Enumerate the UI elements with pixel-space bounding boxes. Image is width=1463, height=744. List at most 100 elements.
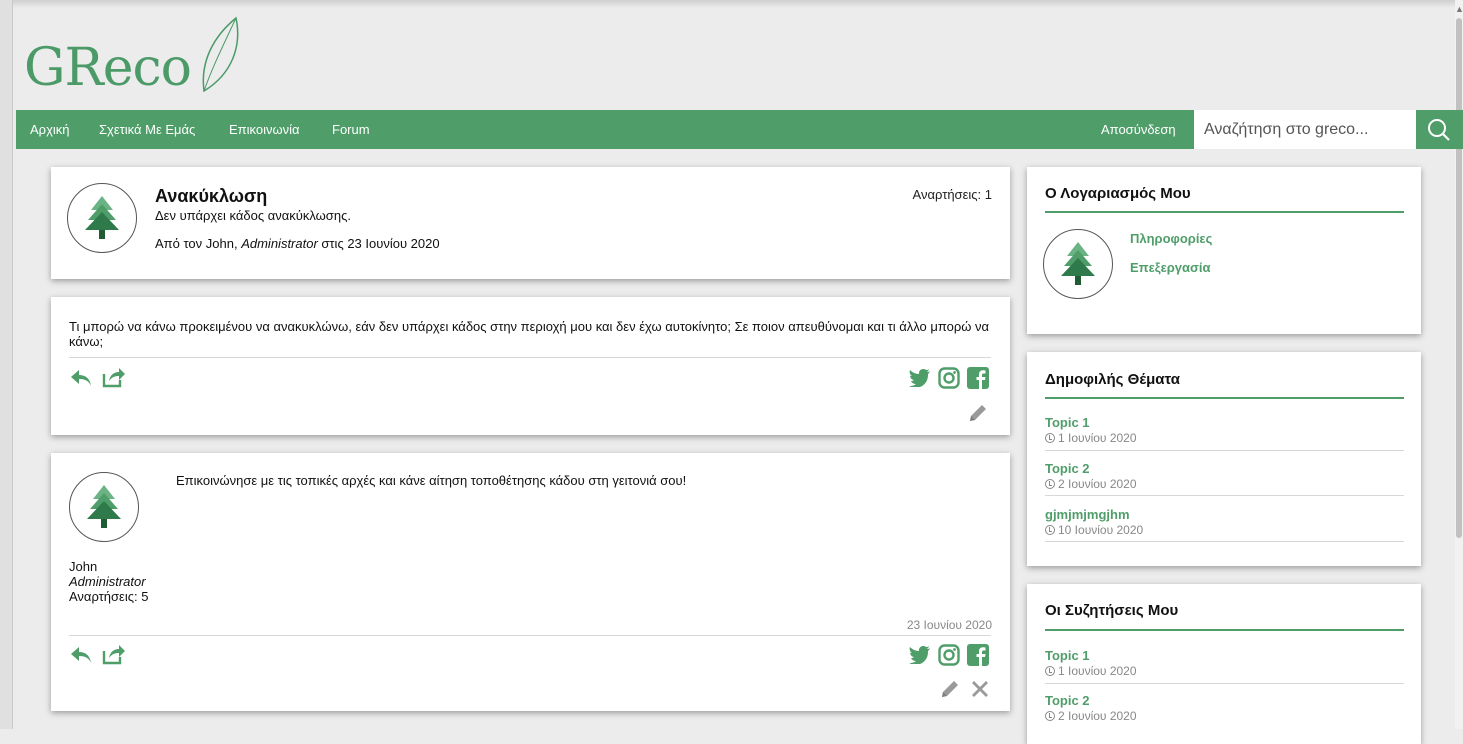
account-card: Ο Λογαριασμός Μου Πληροφορίες Επεξεργασί… bbox=[1027, 167, 1421, 334]
topic-date: 2 Ιουνίου 2020 bbox=[1045, 477, 1404, 491]
scroll-up-arrow[interactable]: ▲ bbox=[1455, 4, 1463, 14]
twitter-share[interactable] bbox=[909, 368, 931, 392]
reply-role-text: Administrator bbox=[69, 574, 146, 589]
clock-icon bbox=[1045, 525, 1055, 535]
edit-button[interactable] bbox=[968, 403, 988, 428]
topic-link[interactable]: Topic 1 bbox=[1045, 415, 1404, 430]
topic-title: Ανακύκλωση bbox=[155, 186, 268, 206]
meta-prefix: Από τον John, bbox=[155, 236, 242, 251]
discussions-title: Οι Συζητήσεις Μου bbox=[1045, 602, 1179, 619]
reply-icon bbox=[71, 647, 91, 663]
scrollbar-thumb[interactable] bbox=[1456, 18, 1462, 538]
topic-divider bbox=[1045, 541, 1404, 542]
tree-avatar-icon bbox=[87, 485, 121, 528]
topic-link[interactable]: gjmjmjmgjhm bbox=[1045, 507, 1404, 522]
nav-contact[interactable]: Επικοινωνία bbox=[229, 122, 300, 137]
reply-author-name: John bbox=[69, 559, 98, 574]
share-button[interactable] bbox=[102, 643, 126, 670]
facebook-share[interactable] bbox=[967, 367, 989, 394]
reply-author-avatar bbox=[69, 472, 139, 542]
nav-home[interactable]: Αρχική bbox=[30, 122, 70, 137]
reply-author-role: Administrator bbox=[69, 574, 148, 589]
topic-header-card: Ανακύκλωση Δεν υπάρχει κάδος ανακύκλωσης… bbox=[51, 167, 1010, 279]
share-icon bbox=[102, 368, 125, 388]
instagram-share[interactable] bbox=[938, 367, 960, 394]
tree-avatar-icon bbox=[85, 196, 119, 239]
window-top-edge bbox=[0, 0, 1463, 8]
topic-date: 1 Ιουνίου 2020 bbox=[1045, 431, 1404, 445]
reply-author-info: John Administrator Αναρτήσεις: 5 bbox=[69, 559, 148, 604]
topic-date-text: 1 Ιουνίου 2020 bbox=[1058, 431, 1137, 445]
reply-card: Επικοινώνησε με τις τοπικές αρχές και κά… bbox=[51, 453, 1010, 711]
list-item[interactable]: Topic 1 1 Ιουνίου 2020 bbox=[1045, 648, 1404, 678]
facebook-icon bbox=[967, 367, 989, 389]
edit-button[interactable] bbox=[940, 679, 960, 704]
topic-date-text: 10 Ιουνίου 2020 bbox=[1058, 523, 1144, 537]
close-icon bbox=[972, 681, 988, 697]
user-avatar bbox=[1043, 229, 1113, 299]
instagram-share[interactable] bbox=[938, 644, 960, 671]
topic-subtitle: Δεν υπάρχει κάδος ανακύκλωσης. bbox=[155, 208, 351, 223]
reply-body: Επικοινώνησε με τις τοπικές αρχές και κά… bbox=[176, 473, 687, 488]
popular-title: Δημοφιλής Θέματα bbox=[1045, 371, 1180, 388]
post-divider bbox=[69, 357, 991, 358]
share-button[interactable] bbox=[102, 366, 126, 393]
facebook-share[interactable] bbox=[967, 644, 989, 671]
clock-icon bbox=[1045, 666, 1055, 676]
list-item[interactable]: gjmjmjmgjhm 10 Ιουνίου 2020 bbox=[1045, 507, 1404, 537]
logo-text: GReco bbox=[24, 38, 192, 98]
facebook-icon bbox=[967, 644, 989, 666]
logout-link[interactable]: Αποσύνδεση bbox=[1101, 122, 1176, 137]
topic-post-count: Αναρτήσεις: 1 bbox=[912, 187, 992, 202]
author-avatar bbox=[67, 183, 137, 253]
account-rule bbox=[1045, 211, 1404, 213]
reply-button[interactable] bbox=[70, 369, 92, 392]
reply-divider bbox=[69, 635, 991, 636]
nav-forum[interactable]: Forum bbox=[332, 122, 370, 137]
topic-date: 1 Ιουνίου 2020 bbox=[1045, 664, 1404, 678]
leaf-icon bbox=[202, 16, 239, 93]
topic-date-text: 1 Ιουνίου 2020 bbox=[1058, 664, 1137, 678]
main-navbar: Αρχική Σχετικά Με Εμάς Επικοινωνία Forum… bbox=[16, 110, 1463, 149]
topic-link[interactable]: Topic 1 bbox=[1045, 648, 1404, 663]
search-button[interactable] bbox=[1416, 110, 1463, 149]
clock-icon bbox=[1045, 479, 1055, 489]
topic-date: 2 Ιουνίου 2020 bbox=[1045, 709, 1404, 723]
first-post-card: Τι μπορώ να κάνω προκειμένου να ανακυκλώ… bbox=[51, 297, 1010, 435]
clock-icon bbox=[1045, 711, 1055, 721]
site-logo[interactable]: GReco bbox=[24, 16, 244, 110]
topic-date: 10 Ιουνίου 2020 bbox=[1045, 523, 1404, 537]
topic-link[interactable]: Topic 2 bbox=[1045, 461, 1404, 476]
topic-divider bbox=[1045, 683, 1404, 684]
nav-about[interactable]: Σχετικά Με Εμάς bbox=[99, 122, 195, 137]
instagram-icon bbox=[938, 644, 960, 666]
instagram-icon bbox=[938, 367, 960, 389]
topic-date-text: 2 Ιουνίου 2020 bbox=[1058, 709, 1137, 723]
pencil-icon bbox=[970, 405, 986, 421]
twitter-icon bbox=[909, 645, 930, 665]
list-item[interactable]: Topic 1 1 Ιουνίου 2020 bbox=[1045, 415, 1404, 445]
topic-divider bbox=[1045, 495, 1404, 496]
topic-date-text: 2 Ιουνίου 2020 bbox=[1058, 477, 1137, 491]
twitter-share[interactable] bbox=[909, 645, 931, 669]
account-edit-link[interactable]: Επεξεργασία bbox=[1130, 260, 1211, 275]
topic-meta: Από τον John, Administrator στις 23 Ιουν… bbox=[155, 236, 440, 251]
topic-link[interactable]: Topic 2 bbox=[1045, 693, 1404, 708]
pencil-icon bbox=[942, 681, 958, 697]
list-item[interactable]: Topic 2 2 Ιουνίου 2020 bbox=[1045, 693, 1404, 723]
account-title: Ο Λογαριασμός Μου bbox=[1045, 185, 1191, 202]
delete-button[interactable] bbox=[971, 680, 989, 703]
reply-author-posts: Αναρτήσεις: 5 bbox=[69, 589, 149, 604]
clock-icon bbox=[1045, 433, 1055, 443]
popular-topics-card: Δημοφιλής Θέματα Topic 1 1 Ιουνίου 2020 … bbox=[1027, 352, 1421, 566]
window-left-edge bbox=[0, 0, 13, 729]
post-body: Τι μπορώ να κάνω προκειμένου να ανακυκλώ… bbox=[69, 319, 990, 349]
reply-date: 23 Ιουνίου 2020 bbox=[906, 618, 992, 632]
topic-divider bbox=[1045, 450, 1404, 451]
my-discussions-card: Οι Συζητήσεις Μου Topic 1 1 Ιουνίου 2020… bbox=[1027, 584, 1421, 744]
search-input[interactable] bbox=[1194, 110, 1416, 149]
account-info-link[interactable]: Πληροφορίες bbox=[1130, 231, 1212, 246]
popular-rule bbox=[1045, 397, 1404, 399]
reply-button[interactable] bbox=[70, 646, 92, 669]
list-item[interactable]: Topic 2 2 Ιουνίου 2020 bbox=[1045, 461, 1404, 491]
